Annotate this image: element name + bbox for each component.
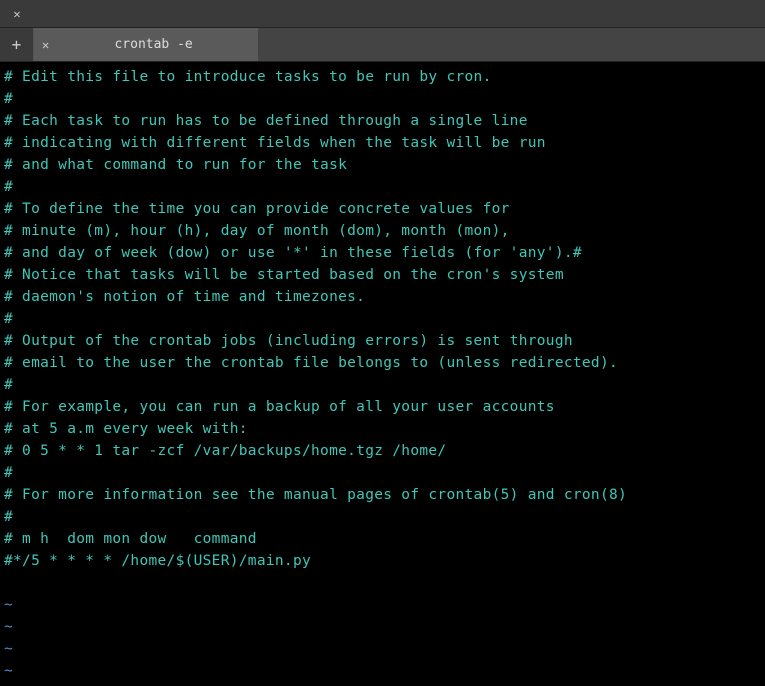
editor-line: # email to the user the crontab file bel… (4, 352, 761, 374)
editor-line: # Edit this file to introduce tasks to b… (4, 66, 761, 88)
new-tab-button[interactable]: + (0, 28, 34, 61)
editor-line: # and day of week (dow) or use '*' in th… (4, 242, 761, 264)
editor-tilde-line: ~ (4, 660, 761, 682)
editor-line: # (4, 374, 761, 396)
editor-line: # and what command to run for the task (4, 154, 761, 176)
editor-line: # To define the time you can provide con… (4, 198, 761, 220)
editor-area[interactable]: # Edit this file to introduce tasks to b… (0, 62, 765, 686)
editor-line: # minute (m), hour (h), day of month (do… (4, 220, 761, 242)
editor-line: # (4, 176, 761, 198)
tab-title: crontab -e (57, 37, 250, 52)
editor-tilde-line: ~ (4, 616, 761, 638)
editor-line: # (4, 462, 761, 484)
editor-line: # (4, 506, 761, 528)
editor-line: # For example, you can run a backup of a… (4, 396, 761, 418)
tab-crontab[interactable]: ✕ crontab -e (34, 28, 259, 61)
editor-line: # (4, 308, 761, 330)
editor-line: # Notice that tasks will be started base… (4, 264, 761, 286)
editor-line: # m h dom mon dow command (4, 528, 761, 550)
editor-line: # (4, 88, 761, 110)
editor-tilde-line: ~ (4, 594, 761, 616)
editor-line: # For more information see the manual pa… (4, 484, 761, 506)
tab-bar: + ✕ crontab -e (0, 28, 765, 62)
editor-line: # Each task to run has to be defined thr… (4, 110, 761, 132)
tab-close-icon[interactable]: ✕ (42, 38, 49, 52)
window-titlebar: ✕ (0, 0, 765, 28)
editor-line: # at 5 a.m every week with: (4, 418, 761, 440)
editor-line: # daemon's notion of time and timezones. (4, 286, 761, 308)
editor-blank-line (4, 572, 761, 594)
editor-line: # 0 5 * * 1 tar -zcf /var/backups/home.t… (4, 440, 761, 462)
editor-line: #*/5 * * * * /home/$(USER)/main.py (4, 550, 761, 572)
editor-line: # indicating with different fields when … (4, 132, 761, 154)
editor-line: # Output of the crontab jobs (including … (4, 330, 761, 352)
editor-tilde-line: ~ (4, 638, 761, 660)
window-close-icon[interactable]: ✕ (8, 5, 26, 23)
